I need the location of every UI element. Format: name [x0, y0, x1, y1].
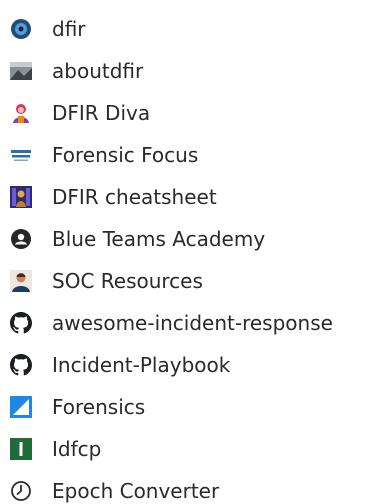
bookmark-label: aboutdfir [52, 59, 144, 83]
bookmark-epoch-converter[interactable]: Epoch Converter [0, 470, 387, 504]
idfcp-icon [10, 438, 32, 460]
github-icon [10, 312, 32, 334]
bookmark-list: dfir aboutdfir DFIR Diva Forensic Focus … [0, 0, 387, 504]
clock-icon [10, 480, 32, 502]
dfir-cheatsheet-icon [10, 186, 32, 208]
blue-teams-academy-icon [10, 228, 32, 250]
bookmark-idfcp[interactable]: Idfcp [0, 428, 387, 470]
bookmark-dfir-diva[interactable]: DFIR Diva [0, 92, 387, 134]
bookmark-label: dfir [52, 17, 86, 41]
aboutdfir-icon [10, 60, 32, 82]
dfir-logo-icon [10, 18, 32, 40]
bookmark-blue-teams-academy[interactable]: Blue Teams Academy [0, 218, 387, 260]
bookmark-dfir-cheatsheet[interactable]: DFIR cheatsheet [0, 176, 387, 218]
bookmark-label: DFIR cheatsheet [52, 185, 217, 209]
bookmark-soc-resources[interactable]: SOC Resources [0, 260, 387, 302]
bookmark-label: awesome-incident-response [52, 311, 333, 335]
bookmark-label: Forensic Focus [52, 143, 199, 167]
bookmark-forensics[interactable]: Forensics [0, 386, 387, 428]
soc-resources-icon [10, 270, 32, 292]
bookmark-awesome-incident-response[interactable]: awesome-incident-response [0, 302, 387, 344]
bookmark-label: DFIR Diva [52, 101, 151, 125]
bookmark-label: Idfcp [52, 437, 102, 461]
bookmark-label: SOC Resources [52, 269, 203, 293]
bookmark-forensic-focus[interactable]: Forensic Focus [0, 134, 387, 176]
forensic-focus-icon [10, 144, 32, 166]
bookmark-label: Incident-Playbook [52, 353, 231, 377]
github-icon [10, 354, 32, 376]
bookmark-dfir[interactable]: dfir [0, 8, 387, 50]
bookmark-aboutdfir[interactable]: aboutdfir [0, 50, 387, 92]
dfir-diva-icon [10, 102, 32, 124]
bookmark-label: Forensics [52, 395, 146, 419]
bookmark-incident-playbook[interactable]: Incident-Playbook [0, 344, 387, 386]
bookmark-label: Epoch Converter [52, 479, 220, 503]
forensics-icon [10, 396, 32, 418]
bookmark-label: Blue Teams Academy [52, 227, 266, 251]
